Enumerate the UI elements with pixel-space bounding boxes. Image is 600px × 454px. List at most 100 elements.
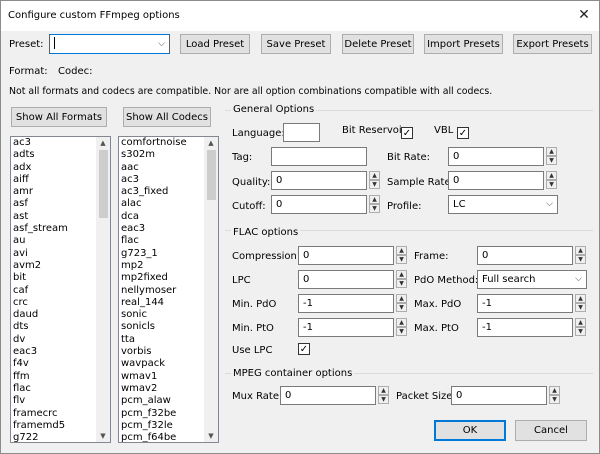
min-pto-stepper[interactable]: ▲ ▼ [396, 318, 407, 337]
spin-down-icon[interactable]: ▼ [396, 327, 407, 336]
profile-select[interactable]: LC ⌵ [448, 195, 558, 214]
formats-scrollbar[interactable]: ▲ ▼ [96, 137, 110, 442]
load-preset-button[interactable]: Load Preset [180, 34, 250, 54]
codecs-scrollbar[interactable]: ▲ ▼ [204, 137, 218, 442]
spin-down-icon[interactable]: ▼ [546, 156, 557, 165]
bit-rate-label: Bit Rate: [387, 152, 431, 163]
max-pto-input[interactable]: -1 [477, 318, 573, 337]
show-all-formats-button[interactable]: Show All Formats [11, 107, 107, 127]
max-pdo-input[interactable]: -1 [477, 294, 573, 313]
save-preset-button[interactable]: Save Preset [261, 34, 331, 54]
spin-up-icon[interactable]: ▲ [575, 318, 586, 327]
frame-stepper[interactable]: ▲ ▼ [575, 246, 586, 265]
scroll-up-icon[interactable]: ▲ [204, 137, 218, 149]
spin-up-icon[interactable]: ▲ [369, 195, 380, 204]
spin-down-icon[interactable]: ▼ [546, 180, 557, 189]
scroll-up-icon[interactable]: ▲ [96, 137, 110, 149]
window-title: Configure custom FFmpeg options [8, 10, 180, 21]
spin-up-icon[interactable]: ▲ [369, 171, 380, 180]
close-icon[interactable]: ✕ [573, 4, 595, 26]
import-presets-button[interactable]: Import Presets [424, 34, 503, 54]
spin-down-icon[interactable]: ▼ [369, 204, 380, 213]
formats-list[interactable]: ac3 adts adx aiff amr asf ast asf_stream au avi av… [10, 136, 111, 443]
preset-combobox[interactable]: ⌵ [49, 34, 170, 54]
spin-up-icon[interactable]: ▲ [396, 294, 407, 303]
spin-down-icon[interactable]: ▼ [575, 327, 586, 336]
spin-up-icon[interactable]: ▲ [575, 246, 586, 255]
max-pdo-stepper[interactable]: ▲ ▼ [575, 294, 586, 313]
spin-up-icon[interactable]: ▲ [396, 270, 407, 279]
delete-preset-button[interactable]: Delete Preset [342, 34, 414, 54]
spin-down-icon[interactable]: ▼ [575, 255, 586, 264]
spin-down-icon[interactable]: ▼ [369, 180, 380, 189]
min-pdo-input[interactable]: -1 [298, 294, 394, 313]
sample-rate-label: Sample Rate: [387, 177, 454, 188]
general-options-title: General Options [231, 104, 317, 115]
spin-down-icon[interactable]: ▼ [396, 303, 407, 312]
spin-down-icon[interactable]: ▼ [396, 279, 407, 288]
tag-input[interactable] [271, 147, 367, 166]
spin-down-icon[interactable]: ▼ [549, 395, 560, 404]
bit-reservoir-label: Bit Reservoir [342, 125, 406, 136]
quality-input[interactable]: 0 [271, 171, 367, 190]
ok-button[interactable]: OK [434, 420, 506, 441]
vbl-checkbox[interactable]: ✓ [457, 127, 469, 139]
pdo-method-select[interactable]: Full search ⌵ [477, 270, 587, 289]
lpc-input[interactable]: 0 [298, 270, 394, 289]
spin-up-icon[interactable]: ▲ [378, 386, 389, 395]
cutoff-input[interactable]: 0 [271, 195, 367, 214]
spin-up-icon[interactable]: ▲ [546, 147, 557, 156]
flac-options-title: FLAC options [231, 227, 301, 238]
use-lpc-checkbox[interactable]: ✓ [298, 343, 310, 355]
max-pto-label: Max. PtO [414, 323, 459, 334]
cutoff-label: Cutoff: [232, 201, 266, 212]
chevron-down-icon[interactable]: ⌵ [546, 196, 553, 213]
dialog-window: Configure custom FFmpeg options ✕ Preset… [0, 0, 600, 454]
min-pto-input[interactable]: -1 [298, 318, 394, 337]
sample-rate-input[interactable]: 0 [448, 171, 544, 190]
cutoff-stepper[interactable]: ▲ ▼ [369, 195, 380, 214]
chevron-down-icon[interactable]: ⌵ [575, 271, 582, 288]
show-all-codecs-button[interactable]: Show All Codecs [123, 107, 211, 127]
mux-rate-label: Mux Rate: [232, 391, 283, 402]
spin-up-icon[interactable]: ▲ [575, 294, 586, 303]
mux-rate-stepper[interactable]: ▲ ▼ [378, 386, 389, 405]
export-presets-button[interactable]: Export Presets [513, 34, 592, 54]
min-pdo-label: Min. PdO [232, 299, 277, 310]
scroll-thumb[interactable] [207, 150, 216, 200]
packet-size-input[interactable]: 0 [451, 386, 547, 405]
bit-reservoir-checkbox[interactable]: ✓ [401, 127, 413, 139]
compression-input[interactable]: 0 [298, 246, 394, 265]
codecs-list[interactable]: comfortnoise s302m aac ac3 ac3_fixed alac dca e… [118, 136, 219, 443]
spin-up-icon[interactable]: ▲ [396, 246, 407, 255]
mux-rate-input[interactable]: 0 [280, 386, 376, 405]
packet-size-stepper[interactable]: ▲ ▼ [549, 386, 560, 405]
spin-up-icon[interactable]: ▲ [546, 171, 557, 180]
language-input[interactable] [283, 123, 320, 142]
spin-down-icon[interactable]: ▼ [575, 303, 586, 312]
codec-label: Codec: [58, 66, 93, 77]
compression-stepper[interactable]: ▲ ▼ [396, 246, 407, 265]
format-label: Format: [9, 66, 48, 77]
scroll-down-icon[interactable]: ▼ [204, 430, 218, 442]
sample-rate-stepper[interactable]: ▲ ▼ [546, 171, 557, 190]
quality-stepper[interactable]: ▲ ▼ [369, 171, 380, 190]
min-pdo-stepper[interactable]: ▲ ▼ [396, 294, 407, 313]
spin-down-icon[interactable]: ▼ [396, 255, 407, 264]
profile-label: Profile: [387, 201, 422, 212]
spin-up-icon[interactable]: ▲ [549, 386, 560, 395]
lpc-stepper[interactable]: ▲ ▼ [396, 270, 407, 289]
tag-label: Tag: [232, 152, 253, 163]
bit-rate-input[interactable]: 0 [448, 147, 544, 166]
quality-label: Quality: [232, 177, 271, 188]
scroll-down-icon[interactable]: ▼ [96, 430, 110, 442]
scroll-thumb[interactable] [99, 150, 108, 218]
chevron-down-icon[interactable]: ⌵ [158, 35, 165, 53]
spin-down-icon[interactable]: ▼ [378, 395, 389, 404]
spin-up-icon[interactable]: ▲ [396, 318, 407, 327]
max-pto-stepper[interactable]: ▲ ▼ [575, 318, 586, 337]
cancel-button[interactable]: Cancel [515, 420, 587, 441]
bit-rate-stepper[interactable]: ▲ ▼ [546, 147, 557, 166]
language-label: Language: [232, 128, 285, 139]
frame-input[interactable]: 0 [477, 246, 573, 265]
